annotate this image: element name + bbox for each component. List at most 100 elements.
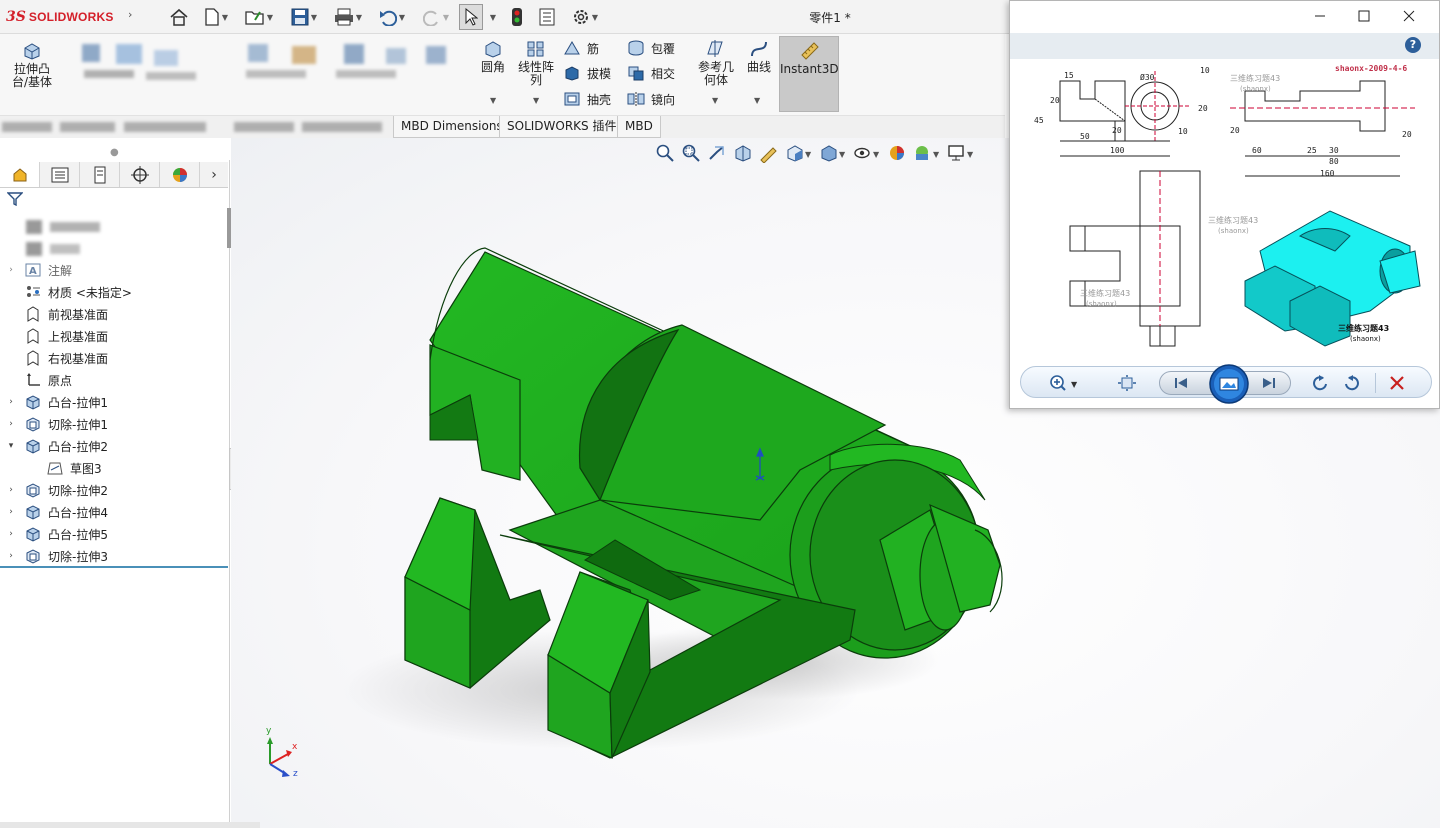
model-3d[interactable] [231,138,1031,828]
previous-icon[interactable] [1173,375,1189,391]
bottom-tabs[interactable] [0,822,260,828]
reference-dropdown-icon[interactable]: ▼ [712,96,718,105]
expand-arrow-icon[interactable]: › [0,529,22,539]
file-properties-icon[interactable] [535,5,559,29]
expand-arrow-icon[interactable]: › [0,551,22,561]
new-file-icon[interactable]: ▼ [198,5,234,29]
expand-arrow-icon[interactable]: › [0,419,22,429]
pattern-dropdown-icon[interactable]: ▼ [533,96,539,105]
extrude-boss-icon [24,43,40,60]
drawing-watermark-title-1: 三维练习题43 [1230,73,1280,83]
close-icon[interactable] [1394,5,1424,27]
tree-item[interactable]: › A 注解 [0,259,228,281]
draft-button[interactable]: 拔模 [563,63,611,83]
tree-item[interactable]: 草图3 [0,457,228,479]
configuration-manager-icon [94,166,105,183]
tree-item[interactable]: 原点 [0,369,228,391]
solidworks-logo[interactable]: 3S SOLIDWORKS [6,8,114,26]
fillet-button[interactable]: 圆角 [477,40,509,74]
panel-tabs-more-icon[interactable]: › [200,162,228,187]
undo-icon[interactable]: ▼ [373,5,411,29]
viewer-title-bar [1010,1,1439,33]
instant3d-icon [801,42,819,60]
boss-extrude-icon [22,437,44,455]
minimize-icon[interactable] [1305,5,1335,27]
rib-icon [564,41,580,55]
redo-icon[interactable]: ▼ [417,5,455,29]
curves-dropdown-icon[interactable]: ▼ [754,96,760,105]
tree-item[interactable]: › 切除-拉伸1 [0,413,228,435]
options-icon[interactable]: ▼ [565,5,605,29]
extrude-boss-button[interactable]: 拉伸凸 台/基体 [8,40,56,89]
filter-icon[interactable] [6,192,24,209]
tree-item[interactable]: › 凸台-拉伸1 [0,391,228,413]
configuration-manager-tab[interactable] [80,162,120,187]
boss-extrude-icon [22,503,44,521]
tree-item[interactable]: › 切除-拉伸2 [0,479,228,501]
drawing-watermark-title-2: 三维练习题43 [1208,215,1258,225]
instant3d-button[interactable]: Instant3D [779,36,839,112]
fillet-dropdown-icon[interactable]: ▼ [490,96,496,105]
expand-arrow-icon[interactable]: › [0,265,22,275]
linear-pattern-button[interactable]: 线性阵 列 [514,40,558,87]
tree-item[interactable]: › 切除-拉伸3 [0,545,228,567]
slideshow-icon[interactable] [1208,364,1250,404]
open-file-icon[interactable]: ▼ [240,5,278,29]
blurred-tools-group-2 [236,40,476,110]
tab-mbd[interactable]: MBD [617,116,661,138]
rebuild-icon[interactable] [506,5,528,29]
wrap-button[interactable]: 包覆 [627,38,675,58]
fit-icon[interactable] [1117,374,1137,392]
save-icon[interactable]: ▼ [285,5,323,29]
tree-item[interactable]: › 凸台-拉伸5 [0,523,228,545]
help-icon[interactable]: ? [1405,37,1421,53]
intersect-button[interactable]: 相交 [627,63,675,83]
svg-text:A: A [29,266,37,277]
dim-80: 80 [1329,157,1339,166]
display-manager-tab[interactable] [160,162,200,187]
logo-menu-arrow-icon[interactable]: › [128,8,132,21]
shell-label: 抽壳 [587,92,612,107]
rotate-cw-icon[interactable] [1343,374,1361,392]
tree-item-label: 凸台-拉伸2 [48,439,108,454]
select-icon[interactable] [459,4,483,30]
rib-button[interactable]: 筋 [563,38,599,58]
tree-item[interactable]: 材质 <未指定> [0,281,228,303]
maximize-icon[interactable] [1349,5,1379,27]
tree-item-label: 切除-拉伸1 [48,417,108,432]
tab-mbd-dimensions[interactable]: MBD Dimensions [393,116,511,138]
linear-pattern-label: 线性阵 列 [517,60,554,87]
drawing-watermark-title-3: 三维练习题43 [1080,288,1130,298]
select-dropdown-icon[interactable]: ▼ [484,5,500,29]
zoom-icon[interactable]: ▼ [1049,374,1083,392]
tree-item[interactable]: ▾ 凸台-拉伸2 [0,435,228,457]
rotate-ccw-icon[interactable] [1311,374,1329,392]
dim-50: 50 [1080,132,1090,141]
triad-x-label: x [292,742,298,752]
print-icon[interactable]: ▼ [328,5,368,29]
delete-icon[interactable] [1389,375,1405,391]
home-icon[interactable] [166,5,192,29]
expand-arrow-icon[interactable]: › [0,485,22,495]
expand-arrow-icon[interactable]: › [0,397,22,407]
mirror-button[interactable]: 镜向 [627,89,675,109]
tree-item[interactable]: 右视基准面 [0,347,228,369]
tab-solidworks-addins[interactable]: SOLIDWORKS 插件 [499,116,625,138]
tree-item[interactable]: › 凸台-拉伸4 [0,501,228,523]
next-icon[interactable] [1261,375,1277,391]
shell-button[interactable]: 抽壳 [563,89,611,109]
collapse-arrow-icon[interactable]: ▾ [0,441,22,451]
rollback-bar[interactable] [0,566,228,568]
curves-button[interactable]: 曲线 [741,40,777,74]
plane-icon [22,305,44,323]
tree-item-label: 凸台-拉伸5 [48,527,108,542]
feature-manager-tab[interactable] [0,162,40,187]
reference-geometry-button[interactable]: 参考几 何体 [694,40,738,87]
dimxpert-manager-tab[interactable] [120,162,160,187]
cmdmgr-collapse-handle[interactable]: ● [110,147,119,158]
expand-arrow-icon[interactable]: › [0,507,22,517]
tree-item-label: 草图3 [70,461,102,476]
tree-item[interactable]: 前视基准面 [0,303,228,325]
property-manager-tab[interactable] [40,162,80,187]
tree-item[interactable]: 上视基准面 [0,325,228,347]
